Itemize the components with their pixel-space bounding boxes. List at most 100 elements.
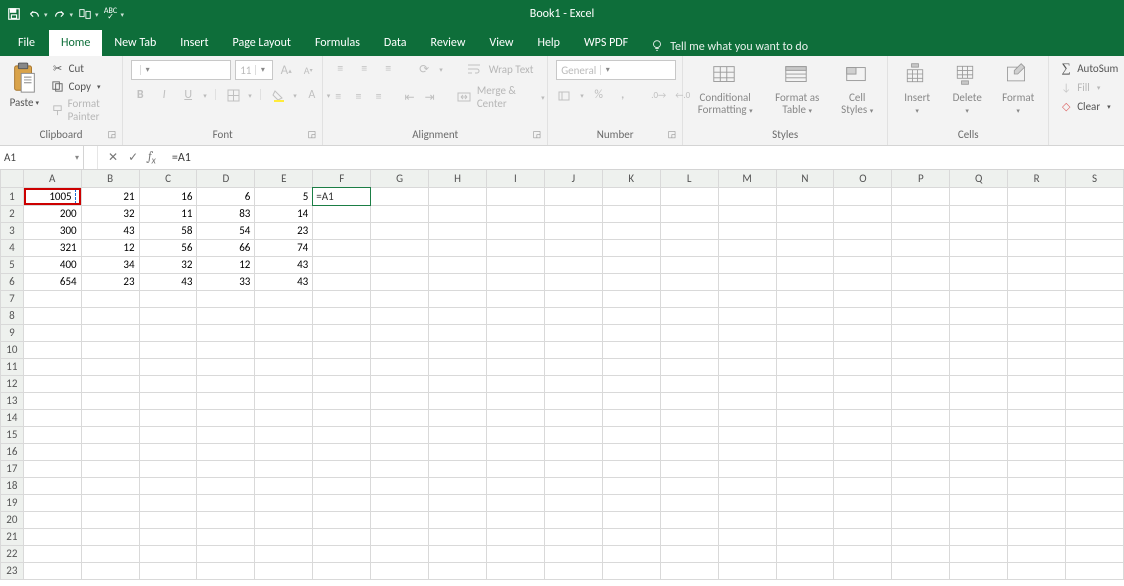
cell[interactable] [602,358,660,375]
cell[interactable]: 54 [197,222,255,239]
cell[interactable] [776,443,834,460]
copy-button[interactable]: Copy▾ [49,78,115,94]
cell[interactable] [834,273,892,290]
cell[interactable] [197,375,255,392]
row-header[interactable]: 9 [1,324,24,341]
cell[interactable] [371,324,429,341]
cell[interactable] [486,528,544,545]
cell[interactable] [544,375,602,392]
cell[interactable] [834,256,892,273]
cell[interactable] [371,341,429,358]
cell[interactable] [429,358,487,375]
autosum-button[interactable]: ∑AutoSum▾ [1057,60,1124,76]
cell[interactable] [1008,494,1066,511]
cell[interactable] [1066,511,1124,528]
cell[interactable] [660,511,718,528]
fx-icon[interactable]: fx [148,149,156,166]
cell[interactable] [197,494,255,511]
cell[interactable] [660,426,718,443]
cell[interactable] [486,494,544,511]
cell[interactable] [81,494,139,511]
cell[interactable] [313,222,371,239]
cell[interactable] [660,187,718,205]
cell[interactable] [23,426,81,443]
cell[interactable] [1066,426,1124,443]
cell[interactable] [81,290,139,307]
cell[interactable] [776,528,834,545]
cell[interactable] [486,545,544,562]
cell[interactable] [139,562,197,579]
cell-styles-button[interactable]: Cell Styles ▾ [835,60,879,116]
cell[interactable] [602,528,660,545]
cell[interactable] [197,443,255,460]
cell[interactable] [486,358,544,375]
cell[interactable] [834,545,892,562]
cell[interactable] [544,239,602,256]
cell[interactable] [1066,205,1124,222]
cell[interactable] [544,324,602,341]
insert-cells-button[interactable]: Insert▾ [896,60,938,116]
cell[interactable] [429,562,487,579]
cell[interactable] [197,528,255,545]
cell[interactable] [429,528,487,545]
cell[interactable] [1008,443,1066,460]
cell[interactable] [23,528,81,545]
cell[interactable] [255,528,313,545]
cell[interactable] [255,511,313,528]
column-header[interactable]: A [23,170,81,187]
cell[interactable] [776,358,834,375]
cell[interactable] [602,239,660,256]
cell[interactable] [139,324,197,341]
cell[interactable] [660,392,718,409]
cell[interactable] [892,307,950,324]
cell[interactable] [486,205,544,222]
cell[interactable] [371,528,429,545]
format-as-table-button[interactable]: Format as Table ▾ [767,60,827,116]
cell[interactable] [544,409,602,426]
cell[interactable] [139,528,197,545]
cell[interactable] [776,205,834,222]
cell[interactable] [81,528,139,545]
cell[interactable] [371,392,429,409]
cell[interactable]: 83 [197,205,255,222]
cell[interactable] [255,494,313,511]
cell[interactable] [313,477,371,494]
cell[interactable]: 43 [255,256,313,273]
cell[interactable]: 43 [255,273,313,290]
cell[interactable] [1008,341,1066,358]
cell[interactable] [776,307,834,324]
cell[interactable] [1008,460,1066,477]
conditional-formatting-button[interactable]: Conditional Formatting ▾ [691,60,759,116]
cell[interactable] [429,409,487,426]
cell[interactable] [139,426,197,443]
cell[interactable] [1008,205,1066,222]
cell[interactable] [544,494,602,511]
cell[interactable] [313,426,371,443]
cell[interactable] [371,460,429,477]
cell[interactable] [486,307,544,324]
cell[interactable] [313,392,371,409]
row-header[interactable]: 15 [1,426,24,443]
cell[interactable] [718,545,776,562]
cell[interactable]: 32 [81,205,139,222]
cell[interactable] [544,358,602,375]
cell[interactable] [23,477,81,494]
cell[interactable] [139,460,197,477]
cell[interactable] [23,392,81,409]
cell[interactable]: 56 [139,239,197,256]
cell[interactable]: 74 [255,239,313,256]
cell[interactable] [139,443,197,460]
tab-file[interactable]: File [8,30,49,56]
cell[interactable] [486,324,544,341]
cell[interactable] [23,494,81,511]
cell[interactable] [81,443,139,460]
cell[interactable] [139,358,197,375]
row-header[interactable]: 7 [1,290,24,307]
cell[interactable] [371,562,429,579]
cell[interactable] [544,273,602,290]
cell[interactable] [313,239,371,256]
cell[interactable] [602,562,660,579]
row-header[interactable]: 14 [1,409,24,426]
enter-formula-icon[interactable]: ✓ [128,150,138,165]
cell[interactable] [602,477,660,494]
